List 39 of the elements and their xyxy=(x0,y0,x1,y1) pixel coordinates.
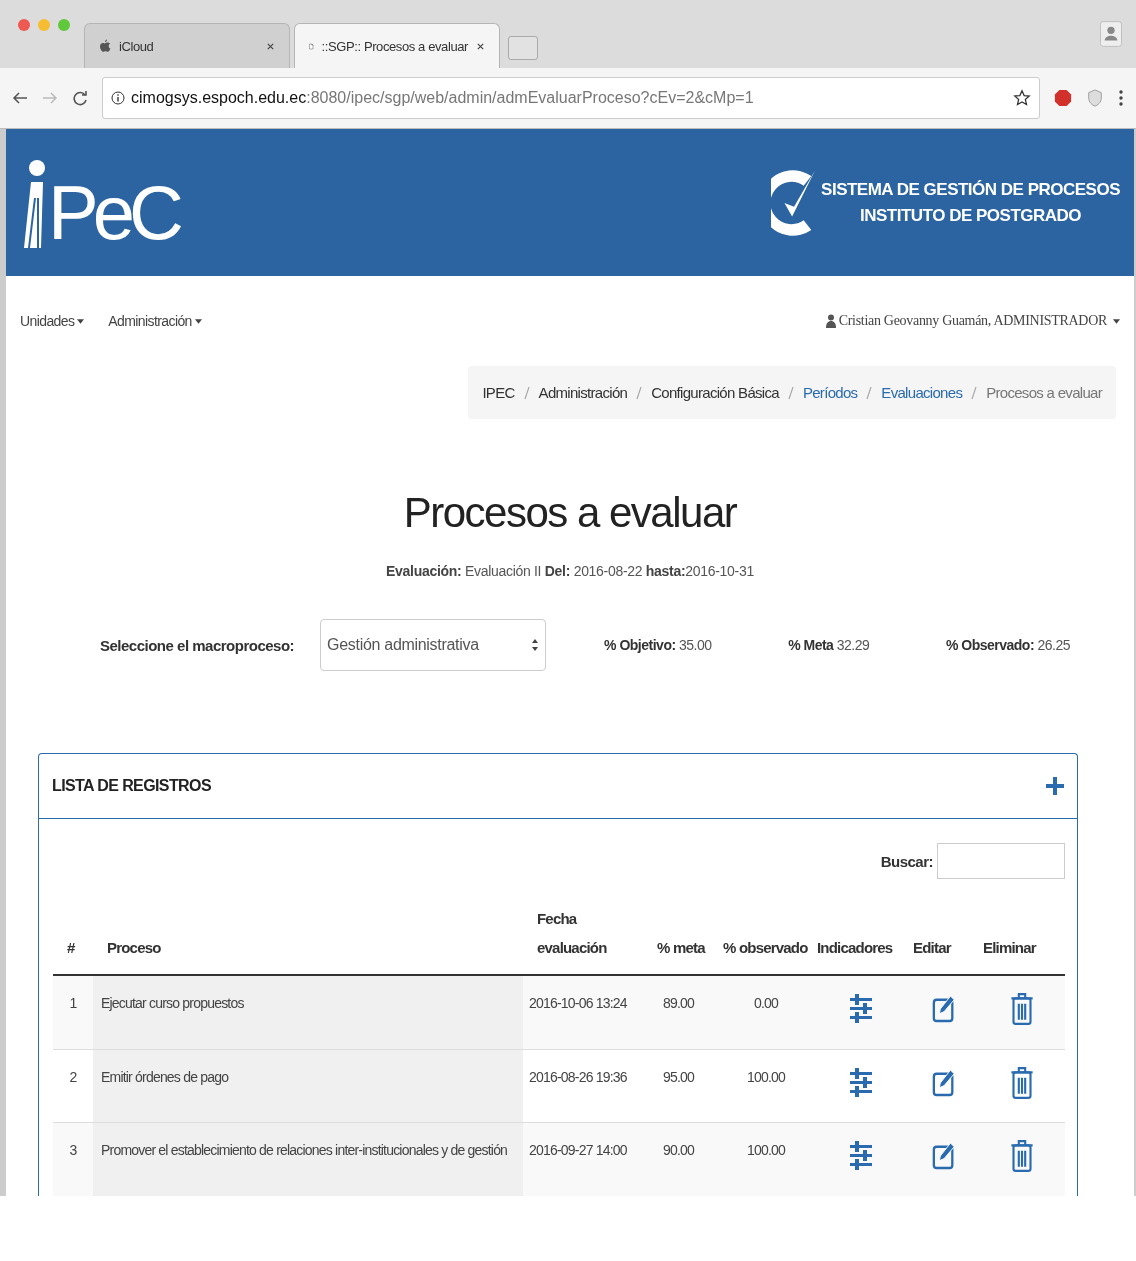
panel-title: LISTA DE REGISTROS xyxy=(52,777,211,795)
macroproceso-label: Seleccione el macroproceso: xyxy=(100,636,295,654)
system-title: INSTITUTO DE POSTGRADO xyxy=(860,205,1082,226)
breadcrumb-item[interactable]: Períodos xyxy=(802,384,858,401)
breadcrumb-item: IPEC xyxy=(482,384,515,401)
table-cell: 1 xyxy=(53,975,93,1050)
table-cell: Promover el establecimiento de relaciones inter-institucionales y de gestión xyxy=(93,1122,523,1196)
table-cell: 0.00 xyxy=(719,975,813,1050)
stat-text: % Objetivo: 35.00 xyxy=(604,637,712,653)
table-cell: 100.00 xyxy=(719,1122,813,1196)
nav-menu[interactable]: Administración xyxy=(108,313,192,329)
browser-tab[interactable]: ::SGP:: Procesos a evaluar xyxy=(294,23,500,68)
table-cell: 90.00 xyxy=(653,1122,719,1196)
nav-menu[interactable]: Unidades xyxy=(20,313,75,329)
table-cell: 100.00 xyxy=(719,1049,813,1123)
macroproceso-select[interactable]: Gestión administrativa xyxy=(320,619,547,671)
logo-text: PeC xyxy=(48,179,178,248)
table-cell: 89.00 xyxy=(653,975,719,1050)
browser-tab[interactable]: iCloud xyxy=(84,23,290,68)
table-cell: 95.00 xyxy=(653,1049,719,1123)
table-cell: 3 xyxy=(53,1122,93,1196)
breadcrumb-item[interactable]: Evaluaciones xyxy=(881,384,963,401)
breadcrumb-item: Procesos a evaluar xyxy=(986,384,1102,401)
table-cell: 2 xyxy=(53,1049,93,1123)
breadcrumb-item: Configuración Básica xyxy=(651,384,779,401)
table-cell: Ejecutar curso propuestos xyxy=(93,975,523,1050)
page-title: Procesos a evaluar xyxy=(402,489,738,537)
table-cell: Emitir órdenes de pago xyxy=(93,1049,523,1123)
breadcrumb-item: Administración xyxy=(538,384,628,401)
evaluation-info: Evaluación: Evaluación II Del: 2016-08-22 hasta:2016-10-31 xyxy=(385,563,755,579)
address-bar[interactable]: cimogsys.espoch.edu.ec:8080/ipec/sgp/web/admin/admEvaluarProceso?cEv=2&cMp=1 xyxy=(102,77,1040,119)
user-menu[interactable]: Cristian Geovanny Guamán, ADMINISTRADOR xyxy=(838,313,1107,329)
table-cell: 2016-10-06 13:24 xyxy=(523,975,653,1050)
table-cell: 2016-09-27 14:00 xyxy=(523,1122,653,1196)
system-title: SISTEMA DE GESTIÓN DE PROCESOS xyxy=(821,179,1120,200)
search-label: Buscar: xyxy=(880,852,933,870)
stat-text: % Observado: 26.25 xyxy=(945,637,1070,653)
table-cell: 2016-08-26 19:36 xyxy=(523,1049,653,1123)
stat-text: % Meta 32.29 xyxy=(788,637,870,653)
